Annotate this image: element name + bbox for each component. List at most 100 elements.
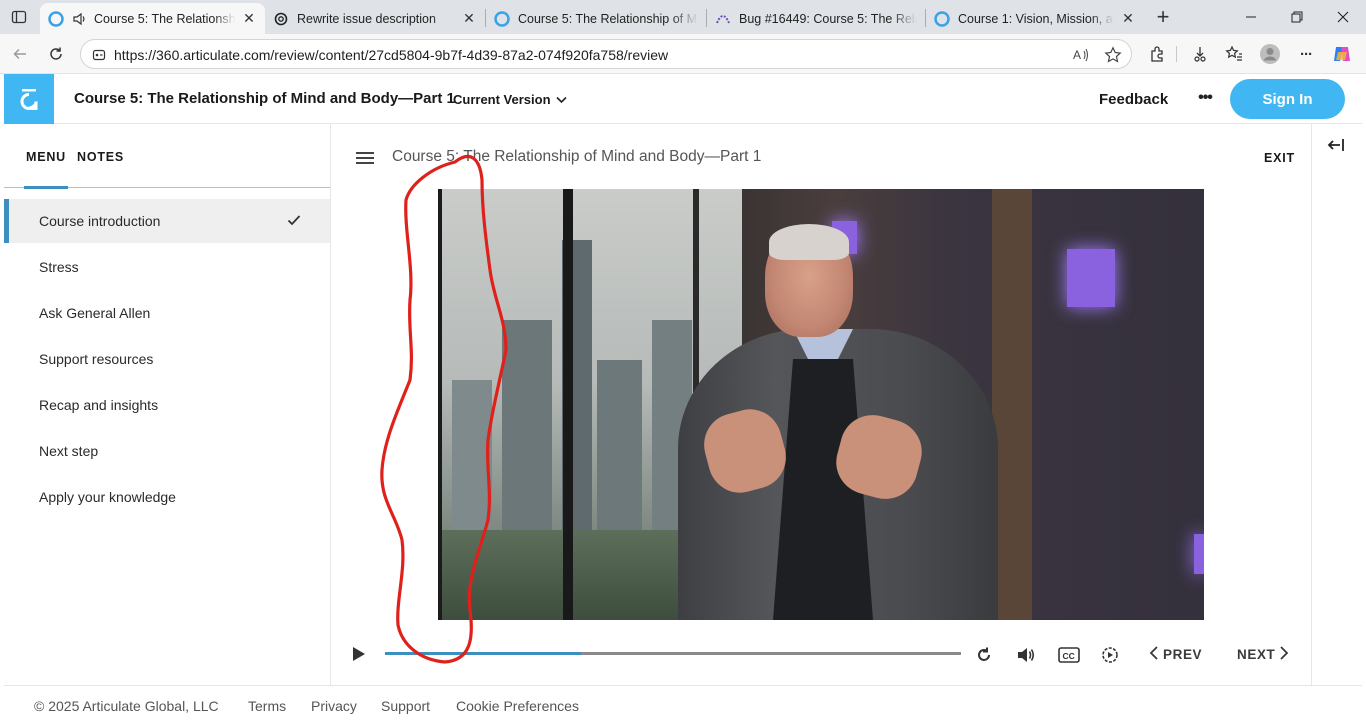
- footer-link-cookie-preferences[interactable]: Cookie Preferences: [456, 698, 579, 714]
- read-aloud-icon[interactable]: A: [1072, 46, 1090, 69]
- progress-bar[interactable]: [385, 652, 961, 655]
- svg-text:CC: CC: [1063, 651, 1075, 661]
- review-page: Course 5: The Relationship of Mind and B…: [4, 74, 1362, 728]
- lesson-content: Course 5: The Relationship of Mind and B…: [331, 124, 1311, 685]
- lesson-label: Course introduction: [39, 213, 161, 229]
- course-title: Course 5: The Relationship of Mind and B…: [74, 90, 455, 107]
- replay-icon[interactable]: [973, 644, 995, 666]
- exit-button[interactable]: EXIT: [1264, 151, 1295, 165]
- lesson-item[interactable]: Recap and insights: [4, 383, 330, 427]
- tab-title: Course 1: Vision, Mission, and Values: [958, 11, 1114, 26]
- site-info-icon[interactable]: [91, 47, 107, 63]
- browser-toolbar: https://360.articulate.com/review/conten…: [0, 34, 1366, 74]
- playback-speed-icon[interactable]: [1099, 644, 1121, 666]
- browser-tab[interactable]: Rewrite issue description ✕: [265, 3, 485, 34]
- footer-link-terms[interactable]: Terms: [248, 698, 286, 714]
- lesson-label: Recap and insights: [39, 397, 159, 413]
- browser-tab[interactable]: Course 1: Vision, Mission, and Values ✕: [926, 3, 1144, 34]
- app-header: Course 5: The Relationship of Mind and B…: [4, 74, 1362, 124]
- azure-devops-icon: [715, 11, 731, 27]
- lesson-item[interactable]: Course introduction: [4, 199, 330, 243]
- play-icon[interactable]: [348, 644, 368, 664]
- player-controls: CC PREV NEXT: [331, 634, 1311, 674]
- browser-tab[interactable]: Bug #16449: Course 5: The Relationship o…: [707, 3, 925, 34]
- collapse-panel-icon[interactable]: [1327, 136, 1347, 154]
- speaker-icon[interactable]: [72, 11, 88, 27]
- video-player[interactable]: [438, 189, 1204, 620]
- tab-title: Rewrite issue description: [297, 11, 436, 26]
- chatgpt-icon: [273, 11, 289, 27]
- lesson-label: Stress: [39, 259, 79, 275]
- copyright-text: © 2025 Articulate Global, LLC: [34, 698, 219, 714]
- settings-more-icon[interactable]: ···: [1292, 40, 1320, 68]
- browser-essentials-icon[interactable]: [1186, 40, 1214, 68]
- volume-icon[interactable]: [1015, 644, 1037, 666]
- chevron-right-icon: [1280, 646, 1289, 663]
- prev-button[interactable]: PREV: [1149, 646, 1202, 663]
- lesson-item[interactable]: Apply your knowledge: [4, 475, 330, 519]
- lesson-sidebar: MENU NOTES Course introduction Stress As…: [4, 124, 331, 685]
- tab-notes[interactable]: NOTES: [77, 150, 124, 164]
- page-footer: © 2025 Articulate Global, LLC Terms Priv…: [4, 685, 1362, 728]
- browser-tabstrip: Course 5: The Relationship of Mind and B…: [0, 0, 1366, 34]
- version-dropdown[interactable]: Current Version: [453, 92, 567, 107]
- articulate-circle-icon: [934, 10, 950, 27]
- profile-avatar-icon[interactable]: [1256, 40, 1284, 68]
- lesson-item[interactable]: Support resources: [4, 337, 330, 381]
- sign-in-button[interactable]: Sign In: [1230, 79, 1345, 119]
- chevron-down-icon: [555, 92, 567, 107]
- articulate-circle-icon: [48, 10, 64, 27]
- toolbar-divider: [1176, 46, 1177, 62]
- lesson-label: Apply your knowledge: [39, 489, 176, 505]
- footer-link-privacy[interactable]: Privacy: [311, 698, 357, 714]
- url-text: https://360.articulate.com/review/conten…: [114, 47, 669, 63]
- lesson-item[interactable]: Stress: [4, 245, 330, 289]
- lesson-item[interactable]: Next step: [4, 429, 330, 473]
- restore-icon[interactable]: [1274, 0, 1320, 34]
- chevron-left-icon: [1149, 646, 1158, 663]
- video-window-mullion: [563, 189, 573, 620]
- more-options-icon[interactable]: •••: [1194, 86, 1216, 110]
- closed-captions-icon[interactable]: CC: [1058, 644, 1080, 666]
- lesson-item[interactable]: Ask General Allen: [4, 291, 330, 335]
- prev-label: PREV: [1163, 647, 1203, 662]
- close-tab-icon[interactable]: ✕: [461, 10, 477, 27]
- new-tab-icon[interactable]: +: [1150, 4, 1176, 29]
- hamburger-menu-icon[interactable]: [355, 150, 375, 166]
- lesson-label: Next step: [39, 443, 99, 459]
- minimize-icon[interactable]: [1228, 0, 1274, 34]
- browser-tab[interactable]: Course 5: The Relationship of Mind and B…: [486, 3, 706, 34]
- address-bar[interactable]: https://360.articulate.com/review/conten…: [80, 39, 1132, 69]
- extensions-icon[interactable]: [1143, 40, 1171, 68]
- tab-menu[interactable]: MENU: [26, 150, 66, 164]
- favorite-star-icon[interactable]: [1104, 46, 1122, 69]
- video-presenter-hair: [769, 224, 849, 260]
- back-icon[interactable]: [6, 40, 34, 68]
- sidebar-tabs: MENU NOTES: [4, 124, 330, 189]
- articulate-logo-icon[interactable]: [4, 74, 54, 124]
- progress-bar-fill: [385, 652, 581, 655]
- feedback-button[interactable]: Feedback: [1099, 91, 1168, 108]
- tab-title: Course 5: The Relationship of Mind and B…: [94, 11, 235, 26]
- copilot-icon[interactable]: [1328, 40, 1356, 68]
- refresh-icon[interactable]: [42, 40, 70, 68]
- close-tab-icon[interactable]: ✕: [1120, 10, 1136, 27]
- active-tab-indicator: [24, 186, 68, 189]
- tab-title: Course 5: The Relationship of Mind and B…: [518, 11, 698, 26]
- footer-link-support[interactable]: Support: [381, 698, 430, 714]
- next-button[interactable]: NEXT: [1237, 646, 1289, 663]
- checkmark-icon: [286, 212, 302, 228]
- articulate-circle-icon: [494, 10, 510, 27]
- lesson-label: Ask General Allen: [39, 305, 151, 321]
- tab-title: Bug #16449: Course 5: The Relationship o…: [739, 11, 917, 26]
- favorites-icon[interactable]: [1220, 40, 1248, 68]
- close-window-icon[interactable]: [1320, 0, 1366, 34]
- close-tab-icon[interactable]: ✕: [241, 10, 257, 27]
- next-label: NEXT: [1237, 647, 1276, 662]
- version-label: Current Version: [453, 92, 551, 107]
- browser-tab[interactable]: Course 5: The Relationship of Mind and B…: [40, 3, 265, 34]
- lesson-heading: Course 5: The Relationship of Mind and B…: [392, 148, 762, 165]
- svg-text:A: A: [1073, 48, 1081, 62]
- tab-actions-icon[interactable]: [6, 5, 32, 29]
- lesson-label: Support resources: [39, 351, 154, 367]
